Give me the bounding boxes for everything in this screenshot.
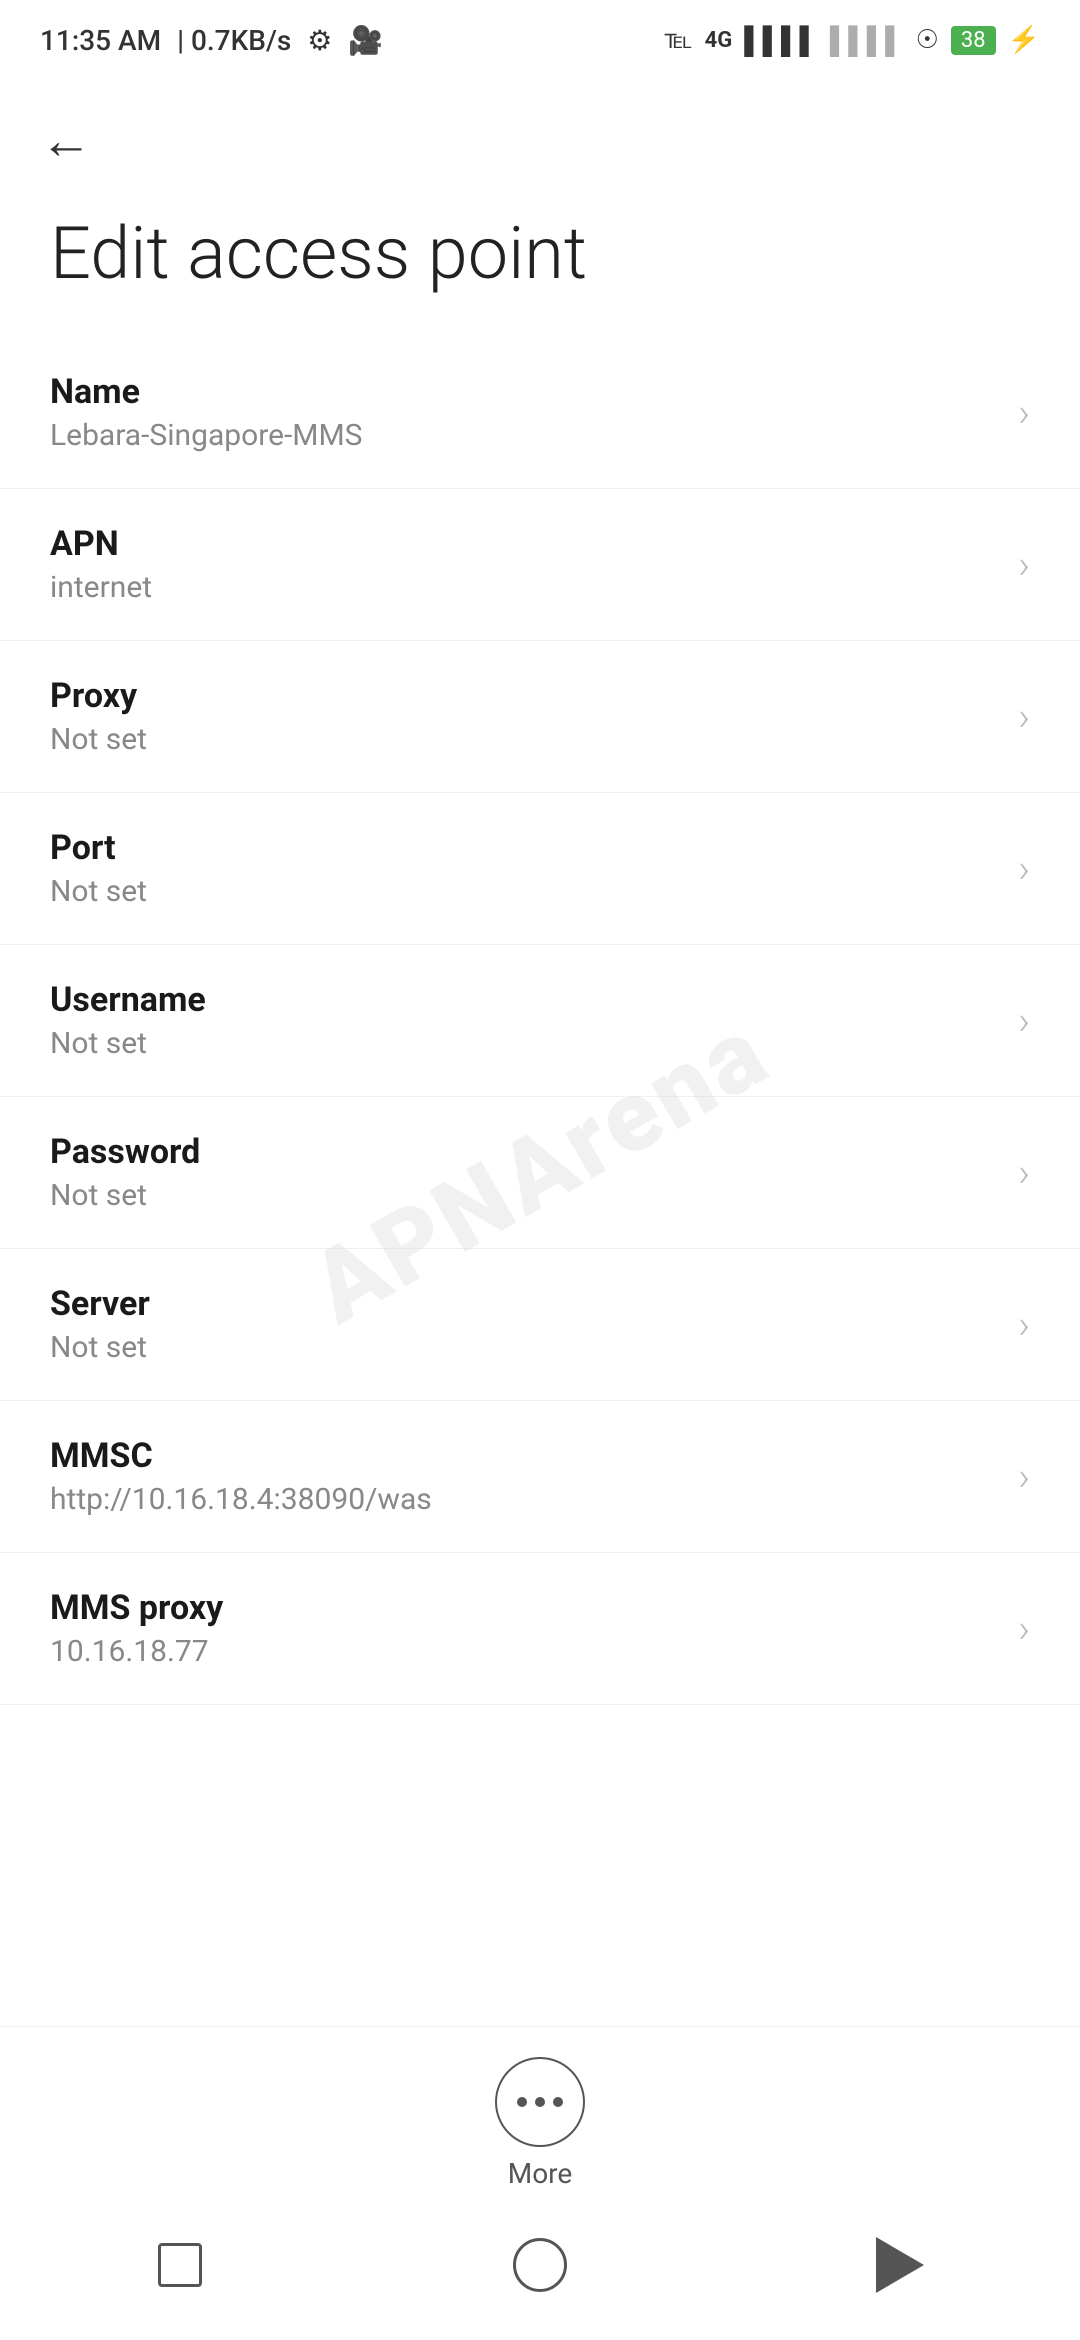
settings-item-value-1: internet: [50, 570, 998, 605]
nav-back-button[interactable]: [865, 2230, 935, 2300]
chevron-right-icon-2: ›: [1018, 693, 1030, 740]
chevron-right-icon-5: ›: [1018, 1149, 1030, 1196]
settings-item-label-1: APN: [50, 524, 998, 564]
more-button-area[interactable]: More: [0, 2026, 1080, 2210]
settings-item-value-2: Not set: [50, 722, 998, 757]
settings-item-content-1: APN internet: [50, 524, 998, 605]
settings-item-value-4: Not set: [50, 1026, 998, 1061]
settings-item[interactable]: Name Lebara-Singapore-MMS ›: [0, 337, 1080, 489]
time-display: 11:35 AM: [40, 24, 161, 57]
settings-item-content-2: Proxy Not set: [50, 676, 998, 757]
settings-item-label-6: Server: [50, 1284, 998, 1324]
settings-item[interactable]: Proxy Not set ›: [0, 641, 1080, 793]
more-dot-2: [535, 2097, 545, 2107]
nav-home-button[interactable]: [505, 2230, 575, 2300]
settings-item-content-3: Port Not set: [50, 828, 998, 909]
settings-item-content-6: Server Not set: [50, 1284, 998, 1365]
chevron-right-icon-3: ›: [1018, 845, 1030, 892]
chevron-right-icon-1: ›: [1018, 541, 1030, 588]
settings-item-label-8: MMS proxy: [50, 1588, 998, 1628]
status-bar-right: ℡ 4G ▌▌▌▌ ▌▌▌▌ ☉ 38 ⚡: [665, 25, 1040, 56]
settings-item[interactable]: MMS proxy 10.16.18.77 ›: [0, 1553, 1080, 1705]
settings-item-value-3: Not set: [50, 874, 998, 909]
settings-item-label-5: Password: [50, 1132, 998, 1172]
status-bar: 11:35 AM | 0.7KB/s ⚙ 🎥 ℡ 4G ▌▌▌▌ ▌▌▌▌ ☉ …: [0, 0, 1080, 80]
settings-item-label-4: Username: [50, 980, 998, 1020]
settings-item-label-0: Name: [50, 372, 998, 412]
chevron-right-icon-4: ›: [1018, 997, 1030, 1044]
settings-item-value-7: http://10.16.18.4:38090/was: [50, 1482, 998, 1517]
settings-item-value-8: 10.16.18.77: [50, 1634, 998, 1669]
more-dot-1: [517, 2097, 527, 2107]
settings-item-value-6: Not set: [50, 1330, 998, 1365]
settings-item[interactable]: Password Not set ›: [0, 1097, 1080, 1249]
settings-item[interactable]: MMSC http://10.16.18.4:38090/was ›: [0, 1401, 1080, 1553]
settings-item-label-3: Port: [50, 828, 998, 868]
more-label: More: [508, 2157, 573, 2190]
chevron-right-icon-6: ›: [1018, 1301, 1030, 1348]
signal-bars2-icon: ▌▌▌▌: [830, 25, 904, 56]
signal-bars-icon: ▌▌▌▌: [744, 25, 818, 56]
home-icon: [513, 2238, 567, 2292]
battery-icon: 38: [951, 26, 996, 55]
navigation-bar: [0, 2210, 1080, 2340]
settings-icon: ⚙: [307, 24, 332, 57]
settings-item-content-0: Name Lebara-Singapore-MMS: [50, 372, 998, 453]
camera-icon: 🎥: [348, 24, 383, 57]
settings-item[interactable]: Server Not set ›: [0, 1249, 1080, 1401]
settings-list: Name Lebara-Singapore-MMS › APN internet…: [0, 337, 1080, 1705]
settings-item-content-7: MMSC http://10.16.18.4:38090/was: [50, 1436, 998, 1517]
settings-item[interactable]: Username Not set ›: [0, 945, 1080, 1097]
settings-item-content-8: MMS proxy 10.16.18.77: [50, 1588, 998, 1669]
charging-icon: ⚡: [1008, 25, 1040, 55]
back-icon: [876, 2237, 924, 2293]
more-dot-3: [553, 2097, 563, 2107]
status-bar-left: 11:35 AM | 0.7KB/s ⚙ 🎥: [40, 24, 383, 57]
chevron-right-icon-7: ›: [1018, 1453, 1030, 1500]
chevron-right-icon-0: ›: [1018, 389, 1030, 436]
nav-recents-button[interactable]: [145, 2230, 215, 2300]
page-title: Edit access point: [0, 191, 1080, 337]
settings-item[interactable]: Port Not set ›: [0, 793, 1080, 945]
more-circle-icon[interactable]: [495, 2057, 585, 2147]
settings-item-value-0: Lebara-Singapore-MMS: [50, 418, 998, 453]
settings-item-label-7: MMSC: [50, 1436, 998, 1476]
settings-item-content-5: Password Not set: [50, 1132, 998, 1213]
chevron-right-icon-8: ›: [1018, 1605, 1030, 1652]
settings-item[interactable]: APN internet ›: [0, 489, 1080, 641]
recents-icon: [158, 2243, 202, 2287]
back-button[interactable]: ←: [0, 80, 1080, 191]
bluetooth-icon: ℡: [665, 25, 693, 55]
settings-item-value-5: Not set: [50, 1178, 998, 1213]
settings-item-label-2: Proxy: [50, 676, 998, 716]
signal-4g-icon: 4G: [705, 28, 733, 53]
settings-item-content-4: Username Not set: [50, 980, 998, 1061]
speed-display: | 0.7KB/s: [177, 24, 291, 57]
back-arrow-icon: ←: [40, 110, 92, 171]
bottom-bar: More: [0, 2026, 1080, 2340]
wifi-icon: ☉: [916, 25, 939, 55]
